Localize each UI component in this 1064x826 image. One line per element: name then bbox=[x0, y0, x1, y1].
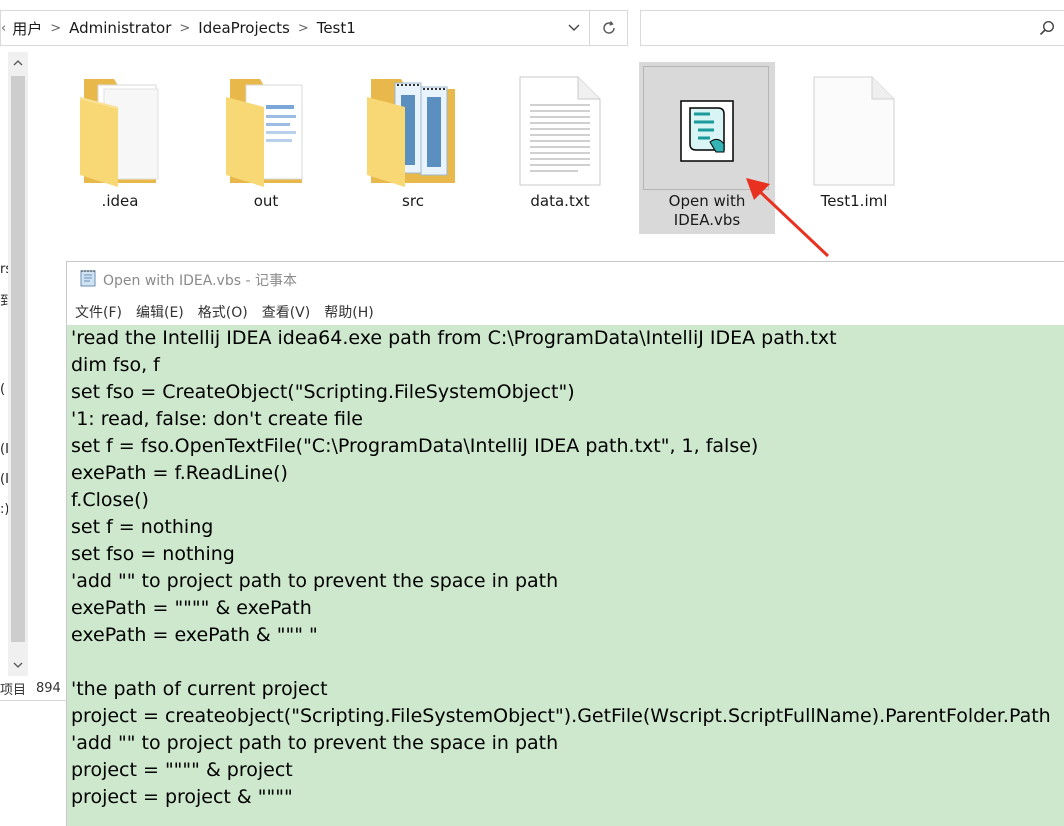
window-title: Open with IDEA.vbs - 记事本 bbox=[103, 273, 297, 289]
status-count: 894 bbox=[36, 680, 61, 696]
chevron-right-icon[interactable]: ‹ bbox=[1, 21, 6, 36]
menu-help[interactable]: 帮助(H) bbox=[324, 302, 373, 322]
file-name: out bbox=[253, 192, 279, 210]
code-line: set f = fso.OpenTextFile("C:\ProgramData… bbox=[71, 435, 759, 457]
scrollbar[interactable] bbox=[8, 52, 28, 676]
file-name: .idea bbox=[101, 192, 139, 210]
code-line: f.Close() bbox=[71, 489, 149, 511]
annotation-arrow bbox=[746, 178, 830, 258]
chevron-right-icon[interactable]: > bbox=[50, 21, 61, 36]
refresh-button[interactable] bbox=[589, 11, 627, 45]
code-line: set f = nothing bbox=[71, 516, 214, 538]
window-title-bar[interactable]: Open with IDEA.vbs - 记事本 bbox=[67, 262, 1064, 298]
divider bbox=[0, 700, 66, 701]
breadcrumb-administrator[interactable]: Administrator bbox=[69, 19, 171, 37]
file-item-out-folder[interactable]: out bbox=[198, 62, 334, 234]
breadcrumb-ideaprojects[interactable]: IdeaProjects bbox=[198, 19, 290, 37]
code-line: '1: read, false: don't create file bbox=[71, 408, 363, 430]
file-name: src bbox=[402, 192, 424, 210]
file-item-src-folder[interactable]: src bbox=[345, 62, 481, 234]
file-name: data.txt bbox=[530, 192, 590, 210]
nav-item[interactable]: (I bbox=[0, 472, 8, 487]
menu-edit[interactable]: 编辑(E) bbox=[136, 302, 184, 322]
chevron-right-icon[interactable]: > bbox=[298, 21, 309, 36]
code-line: 'the path of current project bbox=[71, 678, 328, 700]
code-line: set fso = CreateObject("Scripting.FileSy… bbox=[71, 381, 575, 403]
refresh-icon bbox=[602, 21, 615, 34]
breadcrumb: ‹ 用户 > Administrator > IdeaProjects > Te… bbox=[1, 11, 559, 45]
scroll-down-button[interactable] bbox=[8, 654, 28, 676]
code-line: exePath = """" & exePath bbox=[71, 597, 312, 619]
chevron-up-icon bbox=[13, 60, 23, 66]
menu-format[interactable]: 格式(O) bbox=[198, 302, 248, 322]
nav-item[interactable]: :) bbox=[0, 502, 8, 517]
chevron-down-icon bbox=[13, 662, 23, 668]
nav-item[interactable]: ( bbox=[0, 382, 8, 397]
code-line: project = project & """" bbox=[71, 786, 293, 808]
status-label: 项目 bbox=[0, 682, 27, 698]
folder-icon bbox=[198, 68, 334, 194]
code-line: 'read the Intellij IDEA idea64.exe path … bbox=[71, 327, 837, 349]
folder-icon bbox=[52, 68, 188, 194]
breadcrumb-test1[interactable]: Test1 bbox=[317, 19, 356, 37]
text-editor[interactable]: 'read the Intellij IDEA idea64.exe path … bbox=[67, 325, 1064, 826]
menu-bar: 文件(F) 编辑(E) 格式(O) 查看(V) 帮助(H) bbox=[67, 300, 388, 324]
status-bar: 项目 894 bbox=[0, 676, 66, 700]
chevron-down-icon bbox=[568, 24, 580, 31]
text-file-icon bbox=[492, 68, 628, 194]
code-line: exePath = f.ReadLine() bbox=[71, 462, 288, 484]
search-input[interactable] bbox=[640, 10, 1064, 46]
nav-item[interactable]: (I bbox=[0, 442, 8, 457]
menu-file[interactable]: 文件(F) bbox=[75, 302, 122, 322]
scroll-up-button[interactable] bbox=[8, 52, 28, 74]
code-line: project = """" & project bbox=[71, 759, 293, 781]
code-line: project = createobject("Scripting.FileSy… bbox=[71, 705, 1051, 727]
scrollbar-thumb[interactable] bbox=[11, 76, 25, 642]
code-line: set fso = nothing bbox=[71, 543, 235, 565]
address-dropdown-button[interactable] bbox=[559, 11, 589, 45]
code-line: 'add "" to project path to prevent the s… bbox=[71, 570, 559, 592]
search-icon[interactable] bbox=[1039, 20, 1055, 36]
file-item-idea-folder[interactable]: .idea bbox=[52, 62, 188, 234]
breadcrumb-users[interactable]: 用户 bbox=[12, 18, 42, 39]
nav-item[interactable]: rs bbox=[0, 262, 8, 277]
notepad-icon bbox=[79, 269, 97, 291]
chevron-right-icon[interactable]: > bbox=[179, 21, 190, 36]
code-line: 'add "" to project path to prevent the s… bbox=[71, 732, 559, 754]
file-item-data-txt[interactable]: data.txt bbox=[492, 62, 628, 234]
nav-item[interactable]: 到 bbox=[0, 290, 8, 309]
code-line: exePath = exePath & """ " bbox=[71, 624, 318, 646]
menu-view[interactable]: 查看(V) bbox=[262, 302, 311, 322]
address-bar[interactable]: ‹ 用户 > Administrator > IdeaProjects > Te… bbox=[0, 10, 628, 46]
notepad-window[interactable]: Open with IDEA.vbs - 记事本 文件(F) 编辑(E) 格式(… bbox=[66, 261, 1064, 826]
navigation-pane[interactable]: rs 到 ( (I (I :) bbox=[0, 50, 8, 700]
folder-icon bbox=[345, 68, 481, 194]
code-line: dim fso, f bbox=[71, 354, 160, 376]
